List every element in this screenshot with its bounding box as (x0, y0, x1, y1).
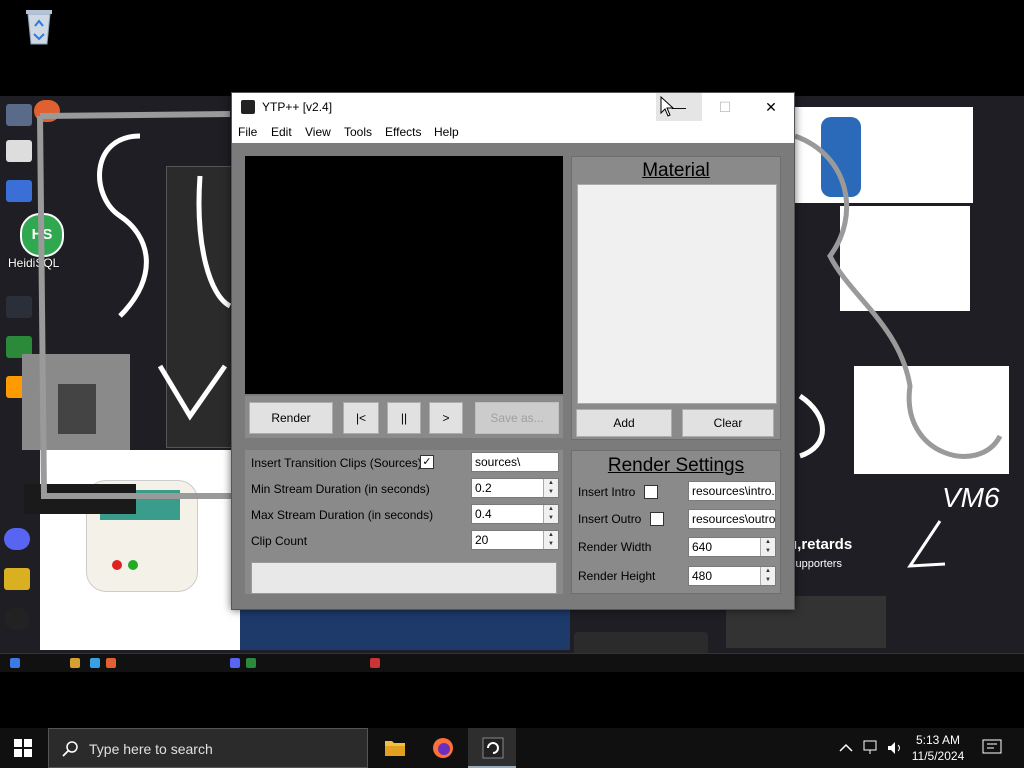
taskbar-search[interactable]: Type here to search (48, 728, 368, 768)
ytp-window: YTP++ [v2.4] — ☐ ✕ File Edit View Tools … (231, 92, 795, 610)
settings-panel: Insert Transition Clips (Sources) ✓ sour… (245, 450, 563, 594)
insert-outro-checkbox[interactable] (650, 512, 664, 526)
insert-transition-checkbox[interactable]: ✓ (420, 455, 434, 469)
app-icon (241, 100, 255, 114)
menu-tools[interactable]: Tools (344, 125, 372, 139)
sources-path-field[interactable]: sources\ (471, 452, 559, 472)
spinner-arrows[interactable]: ▲ ▼ (760, 567, 775, 585)
vm-scribble-text: VM6 (942, 482, 1000, 513)
render-height-label: Render Height (578, 569, 656, 583)
clear-button[interactable]: Clear (682, 409, 774, 437)
render-button[interactable]: Render (249, 402, 333, 434)
insert-outro-label: Insert Outro (578, 512, 642, 526)
intro-path-field[interactable]: resources\intro.m (688, 481, 776, 501)
min-stream-spinner[interactable]: 0.2 ▲ ▼ (471, 478, 559, 498)
menu-bar: File Edit View Tools Effects Help (232, 121, 794, 143)
render-width-spinner[interactable]: 640 ▲ ▼ (688, 537, 776, 557)
maximize-button[interactable]: ☐ (702, 93, 748, 121)
outro-path-field[interactable]: resources\outro. (688, 509, 776, 529)
search-placeholder: Type here to search (89, 741, 213, 757)
menu-effects[interactable]: Effects (385, 125, 421, 139)
notification-icon[interactable] (982, 739, 1002, 757)
max-stream-label: Max Stream Duration (in seconds) (251, 508, 434, 522)
clip-count-value: 20 (475, 533, 489, 547)
recycle-bin-icon (23, 6, 55, 46)
windows-start-icon[interactable] (14, 739, 32, 757)
menu-view[interactable]: View (305, 125, 331, 139)
insert-intro-checkbox[interactable] (644, 485, 658, 499)
recycle-bin-shortcut[interactable]: Recycle Bin (4, 6, 74, 64)
menu-file[interactable]: File (238, 125, 257, 139)
video-preview (245, 156, 563, 394)
max-stream-spinner[interactable]: 0.4 ▲ ▼ (471, 504, 559, 524)
menu-help[interactable]: Help (434, 125, 459, 139)
save-as-button[interactable]: Save as... (475, 402, 559, 434)
max-stream-value: 0.4 (475, 507, 492, 521)
taskbar: Type here to search 5:13 AM 11/5/2024 (0, 728, 1024, 768)
clip-count-spinner[interactable]: 20 ▲ ▼ (471, 530, 559, 550)
clock-date: 11/5/2024 (911, 749, 965, 763)
pause-button[interactable]: || (387, 402, 421, 434)
network-icon[interactable] (862, 740, 880, 756)
vm-taskbar (0, 653, 1024, 672)
playback-controls: Render |< || > Save as... (245, 396, 563, 438)
spinner-arrows[interactable]: ▲ ▼ (760, 538, 775, 556)
material-list[interactable] (577, 184, 777, 404)
firefox-taskbar-button[interactable] (419, 728, 467, 768)
next-button[interactable]: > (429, 402, 463, 434)
render-height-value: 480 (692, 569, 713, 583)
spinner-arrows[interactable]: ▲ ▼ (543, 479, 558, 497)
title-bar[interactable]: YTP++ [v2.4] — ☐ ✕ (232, 93, 794, 121)
material-panel: Material Add Clear (571, 156, 781, 440)
render-height-spinner[interactable]: 480 ▲ ▼ (688, 566, 776, 586)
file-explorer-taskbar-button[interactable] (370, 728, 418, 768)
add-button[interactable]: Add (576, 409, 672, 437)
clock-time: 5:13 AM (915, 733, 961, 747)
insert-transition-label: Insert Transition Clips (Sources) (251, 456, 422, 470)
min-stream-label: Min Stream Duration (in seconds) (251, 482, 430, 496)
folder-icon (385, 741, 405, 756)
chevron-up-icon[interactable] (838, 741, 854, 755)
material-title: Material (642, 160, 710, 181)
recycle-bin-label: Recycle Bin (4, 50, 68, 64)
render-settings-title: Render Settings (607, 455, 745, 476)
ytp-app-icon (482, 737, 504, 759)
search-icon (62, 741, 78, 757)
menu-edit[interactable]: Edit (271, 125, 292, 139)
taskbar-clock[interactable]: 5:13 AM 11/5/2024 (900, 732, 976, 764)
close-button[interactable]: ✕ (748, 93, 794, 121)
spinner-arrows[interactable]: ▲ ▼ (543, 531, 558, 549)
render-settings-panel: Render Settings Insert Intro resources\i… (571, 450, 781, 594)
insert-intro-label: Insert Intro (578, 485, 636, 499)
clip-count-label: Clip Count (251, 534, 308, 548)
window-title: YTP++ [v2.4] (262, 100, 333, 114)
previous-button[interactable]: |< (343, 402, 379, 434)
spinner-arrows[interactable]: ▲ ▼ (543, 505, 558, 523)
mouse-cursor-icon (660, 96, 675, 117)
render-width-label: Render Width (578, 540, 652, 554)
render-width-value: 640 (692, 540, 713, 554)
status-box (251, 562, 557, 594)
firefox-icon (433, 738, 453, 758)
min-stream-value: 0.2 (475, 481, 492, 495)
ytp-taskbar-button[interactable] (468, 728, 516, 768)
